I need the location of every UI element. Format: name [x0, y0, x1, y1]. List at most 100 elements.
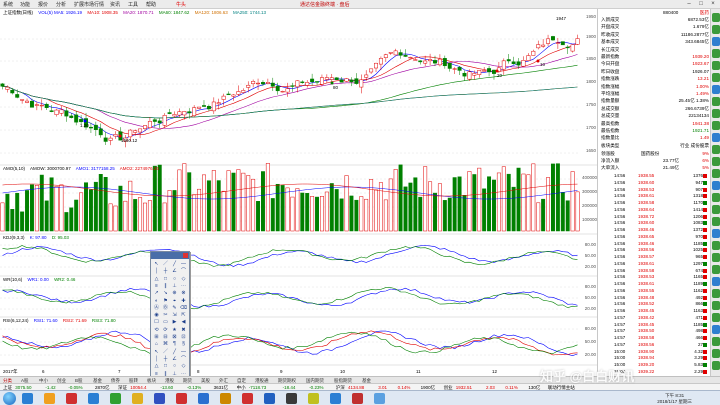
- draw-tool-icon[interactable]: ⌖: [171, 298, 178, 305]
- draw-tool-icon[interactable]: ⌒: [180, 356, 187, 363]
- side-tab[interactable]: [712, 337, 720, 346]
- menu-news[interactable]: 资讯: [110, 1, 120, 8]
- taskbar-app-icon[interactable]: [198, 393, 209, 404]
- draw-tool-icon[interactable]: ↖: [153, 261, 160, 268]
- side-tab[interactable]: [712, 313, 720, 322]
- side-tab[interactable]: [712, 277, 720, 286]
- close-icon[interactable]: ×: [708, 1, 718, 8]
- taskbar-clock[interactable]: 下午 8:31 2018/1/17 星期三: [657, 393, 692, 404]
- draw-tool-icon[interactable]: ✖: [180, 327, 187, 334]
- draw-tool-icon[interactable]: ⇱: [180, 312, 187, 319]
- taskbar-app-icon[interactable]: [176, 393, 187, 404]
- taskbar-app-icon[interactable]: [22, 393, 33, 404]
- draw-tool-icon[interactable]: ○: [171, 276, 178, 283]
- draw-tool-icon[interactable]: ☐: [153, 319, 160, 326]
- draw-tool-icon[interactable]: ╱: [171, 349, 178, 356]
- draw-tool-icon[interactable]: ✚: [180, 298, 187, 305]
- side-tab[interactable]: [712, 13, 720, 22]
- draw-tool-icon[interactable]: ≡: [153, 283, 160, 290]
- draw-tool-icon[interactable]: ∠: [171, 268, 178, 275]
- draw-tool-icon[interactable]: ⌘: [162, 341, 169, 348]
- draw-tool-icon[interactable]: ⊕: [171, 290, 178, 297]
- draw-tool-icon[interactable]: —: [180, 261, 187, 268]
- draw-tool-icon[interactable]: ◀: [180, 319, 187, 326]
- draw-tool-icon[interactable]: ／: [162, 261, 169, 268]
- taskbar-app-icon[interactable]: [132, 393, 143, 404]
- draw-tool-icon[interactable]: Ⓑ: [162, 305, 169, 312]
- side-tab[interactable]: [712, 97, 720, 106]
- draw-tool-icon[interactable]: │: [153, 268, 160, 275]
- maximize-icon[interactable]: □: [696, 1, 706, 8]
- draw-tool-icon[interactable]: ↘: [162, 290, 169, 297]
- taskbar-app-icon[interactable]: [220, 393, 231, 404]
- side-tab[interactable]: [712, 61, 720, 70]
- draw-tool-icon[interactable]: ⊡: [180, 334, 187, 341]
- taskbar-app-icon[interactable]: [66, 393, 77, 404]
- menu-function[interactable]: 功能: [20, 1, 30, 8]
- draw-tool-icon[interactable]: ⊠: [171, 334, 178, 341]
- taskbar-app-icon[interactable]: [374, 393, 385, 404]
- side-tab[interactable]: [712, 121, 720, 130]
- draw-tool-icon[interactable]: ⌒: [180, 268, 187, 275]
- taskbar-app-icon[interactable]: [286, 393, 297, 404]
- draw-tool-icon[interactable]: ⌫: [180, 305, 187, 312]
- draw-tool-icon[interactable]: ┼: [162, 356, 169, 363]
- side-tab[interactable]: [712, 85, 720, 94]
- side-tab[interactable]: [712, 289, 720, 298]
- draw-tool-icon[interactable]: ⋯: [180, 283, 187, 290]
- side-tab[interactable]: [712, 181, 720, 190]
- draw-tool-icon[interactable]: ▶: [171, 319, 178, 326]
- draw-tool-icon[interactable]: △: [153, 276, 160, 283]
- draw-tool-icon[interactable]: ¶: [171, 341, 178, 348]
- side-tab[interactable]: [712, 157, 720, 166]
- menu-extended-market[interactable]: 扩展市场行情: [74, 1, 104, 8]
- user-label[interactable]: 牛头: [176, 1, 186, 8]
- draw-tool-icon[interactable]: ○: [171, 363, 178, 370]
- close-icon[interactable]: [183, 253, 188, 258]
- draw-tool-icon[interactable]: ⊥: [171, 283, 178, 290]
- side-tab[interactable]: [712, 325, 720, 334]
- draw-tool-icon[interactable]: ╱: [171, 261, 178, 268]
- draw-tool-icon[interactable]: ┼: [162, 268, 169, 275]
- draw-tool-icon[interactable]: ◇: [180, 276, 187, 283]
- draw-tool-icon[interactable]: ⟳: [162, 327, 169, 334]
- draw-tool-icon[interactable]: ∥: [162, 283, 169, 290]
- draw-tool-icon[interactable]: ∠: [171, 356, 178, 363]
- taskbar-app-icon[interactable]: [330, 393, 341, 404]
- draw-tool-icon[interactable]: ★: [171, 327, 178, 334]
- minimize-icon[interactable]: –: [684, 1, 694, 8]
- menu-system[interactable]: 系统: [3, 1, 13, 8]
- menu-analysis[interactable]: 分析: [56, 1, 66, 8]
- draw-tool-icon[interactable]: ◐: [153, 298, 160, 305]
- side-tab[interactable]: [712, 253, 720, 262]
- side-tab[interactable]: [712, 265, 720, 274]
- draw-tool-icon[interactable]: □: [162, 363, 169, 370]
- draw-tool-icon[interactable]: ⊗: [180, 290, 187, 297]
- chart-area[interactable]: 上证指数(日线) VOL(5) MA5: 1926.19 MA10: 1908.…: [0, 9, 598, 378]
- draw-tool-icon[interactable]: □: [162, 276, 169, 283]
- side-tab[interactable]: [712, 301, 720, 310]
- draw-tool-icon[interactable]: —: [180, 349, 187, 356]
- taskbar-app-icon[interactable]: [110, 393, 121, 404]
- draw-tool-icon[interactable]: ◉: [153, 312, 160, 319]
- menu-tools[interactable]: 工具: [128, 1, 138, 8]
- draw-tool-icon[interactable]: ⚑: [162, 298, 169, 305]
- taskbar-app-icon[interactable]: [88, 393, 99, 404]
- side-tab[interactable]: [712, 193, 720, 202]
- draw-tool-icon[interactable]: │: [153, 356, 160, 363]
- draw-tool-icon[interactable]: §: [180, 341, 187, 348]
- draw-tool-icon[interactable]: △: [153, 363, 160, 370]
- taskbar-app-icon[interactable]: [264, 393, 275, 404]
- side-tab[interactable]: [712, 229, 720, 238]
- draw-tool-icon[interactable]: ⟲: [153, 327, 160, 334]
- draw-tool-icon[interactable]: ／: [162, 349, 169, 356]
- side-tab[interactable]: [712, 205, 720, 214]
- side-tab[interactable]: [712, 109, 720, 118]
- draw-tool-icon[interactable]: ⊞: [153, 334, 160, 341]
- start-button[interactable]: [3, 392, 16, 405]
- draw-tool-icon[interactable]: ▭: [162, 319, 169, 326]
- draw-tool-icon[interactable]: Ⓐ: [153, 305, 160, 312]
- side-tab[interactable]: [712, 37, 720, 46]
- side-tab[interactable]: [712, 217, 720, 226]
- draw-tool-icon[interactable]: ⌂: [153, 341, 160, 348]
